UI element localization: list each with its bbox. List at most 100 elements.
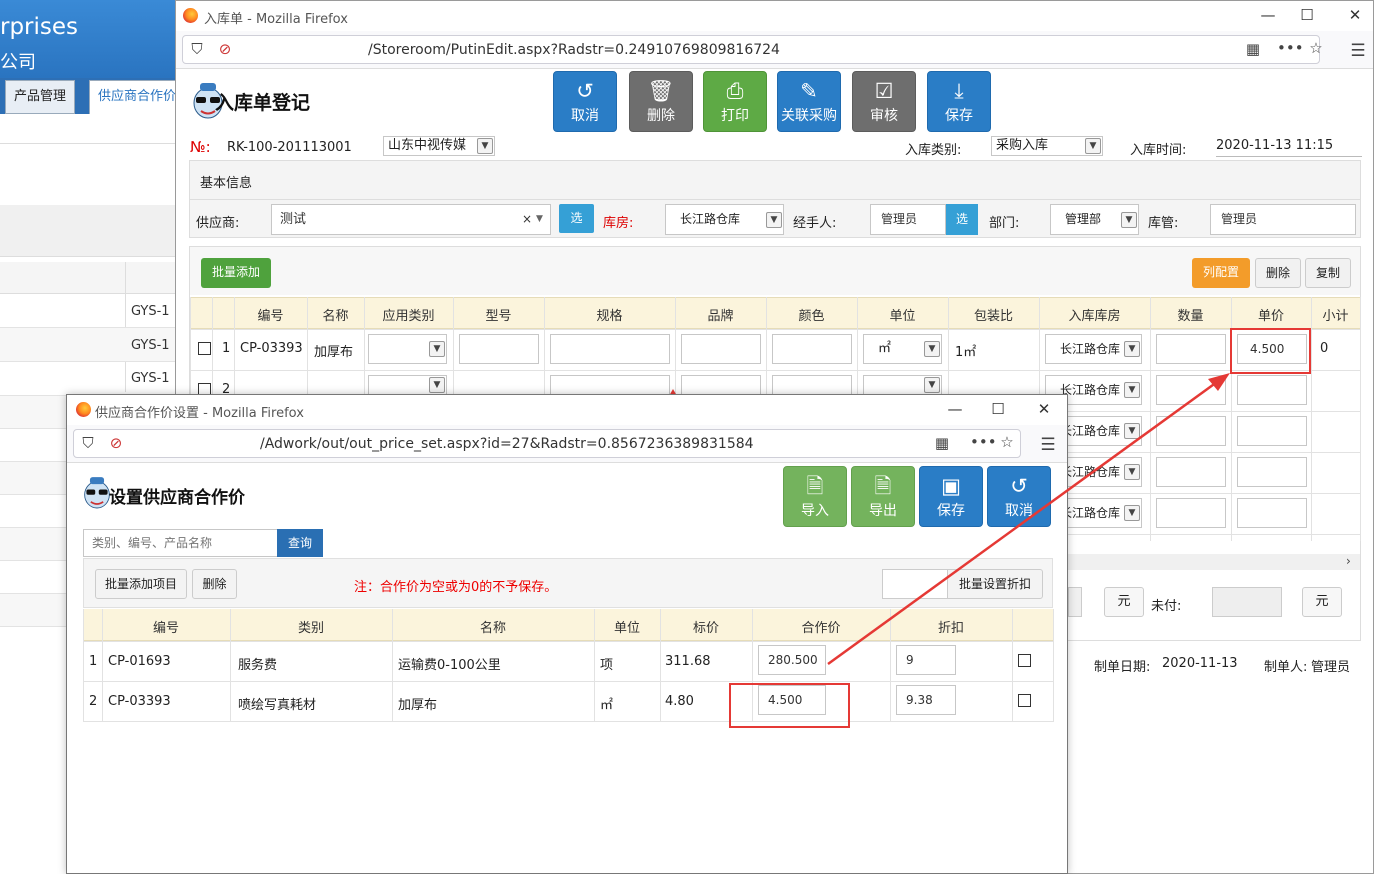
color-input[interactable] [772, 375, 852, 395]
company-select[interactable]: 山东中视传媒 ▼ [383, 136, 495, 156]
app-category-select[interactable]: ▼ [368, 375, 447, 395]
popup-save-button[interactable]: ▣ 保存 [919, 466, 983, 527]
row-index: 1 [222, 341, 231, 356]
review-button[interactable]: ☑ 审核 [852, 71, 916, 132]
close-icon[interactable]: ✕ [1344, 5, 1366, 25]
delete-row-button[interactable]: 删除 [1255, 258, 1301, 288]
warehouse-select[interactable]: 长江路仓库 ▼ [665, 204, 784, 235]
color-input[interactable] [772, 334, 852, 364]
clear-icon[interactable]: × [522, 205, 532, 234]
batch-discount-input[interactable] [882, 569, 948, 599]
brand-input[interactable] [681, 375, 761, 395]
unit-price-input[interactable] [1237, 498, 1307, 528]
unit-price-input[interactable] [1237, 457, 1307, 487]
popup-delete-button[interactable]: 删除 [192, 569, 237, 599]
tab-supplier-price[interactable]: 供应商合作价 [89, 80, 176, 114]
popup-address-field[interactable]: ⛉ ⊘ /Adwork/out/out_price_set.aspx?id=27… [73, 429, 1021, 458]
supplier-field[interactable]: 测试 × ▼ [271, 204, 551, 235]
handler-field[interactable]: 管理员 [870, 204, 946, 235]
query-button[interactable]: 查询 [277, 529, 323, 557]
row-checkbox[interactable] [1018, 654, 1031, 667]
popup-window-title: 供应商合作价设置 - Mozilla Firefox [95, 406, 304, 421]
spec-input[interactable] [550, 375, 670, 395]
shield-icon[interactable]: ⛉ [78, 433, 98, 453]
batch-discount-button[interactable]: 批量设置折扣 [947, 569, 1043, 599]
batch-add-items-button[interactable]: 批量添加项目 [95, 569, 187, 599]
product-search-input[interactable] [83, 529, 278, 557]
unit-price-input[interactable] [1237, 416, 1307, 446]
type-select[interactable]: 采购入库 ▼ [991, 136, 1103, 156]
pick-supplier-button[interactable]: 选 [559, 204, 594, 233]
blocked-icon[interactable]: ⊘ [215, 39, 235, 59]
quantity-input[interactable] [1156, 416, 1226, 446]
row-checkbox[interactable] [198, 342, 211, 355]
pick-handler-button[interactable]: 选 [946, 204, 978, 235]
tab-product-management[interactable]: 产品管理 [5, 80, 76, 114]
star-icon[interactable]: ☆ [997, 432, 1017, 452]
save-button[interactable]: ⤓ 保存 [927, 71, 991, 132]
popup-column-header: 合作价 [801, 621, 841, 636]
quantity-input[interactable] [1156, 457, 1226, 487]
copy-row-button[interactable]: 复制 [1305, 258, 1351, 288]
blocked-icon[interactable]: ⊘ [106, 433, 126, 453]
discount-input[interactable]: 9.38 [896, 685, 956, 715]
horizontal-scrollbar[interactable] [1056, 554, 1360, 570]
app-category-select[interactable]: ▼ [368, 334, 447, 364]
popup-cancel-button[interactable]: ↺ 取消 [987, 466, 1051, 527]
unit-select[interactable]: ㎡ ▼ [863, 334, 942, 364]
quantity-input[interactable] [1156, 498, 1226, 528]
spec-input[interactable] [550, 334, 670, 364]
pack-ratio: 1㎡ [955, 345, 977, 360]
maximize-icon[interactable]: ☐ [1296, 5, 1318, 25]
close-icon[interactable]: ✕ [1033, 399, 1055, 419]
keeper-field[interactable]: 管理员 [1210, 204, 1356, 235]
discount-input[interactable]: 9 [896, 645, 956, 675]
print-button[interactable]: ⎙ 打印 [703, 71, 767, 132]
brand-input[interactable] [681, 334, 761, 364]
dept-select-value: 管理部 [1065, 212, 1102, 226]
unit-select[interactable]: ▼ [863, 375, 942, 395]
import-button[interactable]: 🗎 导入 [783, 466, 847, 527]
scroll-right-icon[interactable]: › [1346, 554, 1351, 568]
quantity-input[interactable] [1156, 375, 1226, 405]
subtotal: 0 [1320, 341, 1329, 356]
main-address-field[interactable]: ⛉ ⊘ /Storeroom/PutinEdit.aspx?Radstr=0.2… [182, 35, 1323, 64]
caret-down-icon: ▼ [536, 214, 543, 224]
product-name: 运输费0-100公里 [398, 658, 501, 673]
delete-button[interactable]: 🗑 删除 [629, 71, 693, 132]
unpaid-field[interactable] [1212, 587, 1282, 617]
more-icon[interactable]: ••• [1277, 38, 1304, 58]
column-header: 编号 [257, 309, 284, 324]
export-button[interactable]: 🗎 导出 [851, 466, 915, 527]
unit-price-input[interactable] [1237, 375, 1307, 405]
column-header: 单价 [1257, 309, 1284, 324]
shield-icon[interactable]: ⛉ [187, 39, 207, 59]
cancel-button[interactable]: ↺ 取消 [553, 71, 617, 132]
link-purchase-button[interactable]: ✎ 关联采购 [777, 71, 841, 132]
quantity-input[interactable] [1156, 334, 1226, 364]
minimize-icon[interactable]: — [1257, 5, 1279, 25]
time-field[interactable]: 2020-11-13 11:15 [1216, 138, 1362, 157]
batch-add-button[interactable]: 批量添加 [201, 258, 271, 288]
menu-icon[interactable]: ☰ [1038, 435, 1058, 455]
product-unit: ㎡ [600, 698, 614, 713]
dept-select[interactable]: 管理部 ▼ [1050, 204, 1139, 235]
link-purchase-label: 关联采购 [781, 108, 837, 124]
order-no-value: RK-100-201113001 [227, 140, 352, 155]
row-warehouse-select[interactable]: 长江路仓库 ▼ [1045, 334, 1142, 364]
column-header: 包装比 [973, 309, 1013, 324]
column-config-button[interactable]: 列配置 [1192, 258, 1250, 288]
price-highlight-box [1230, 328, 1311, 374]
supplier-code: GYS-1 [131, 304, 170, 319]
star-icon[interactable]: ☆ [1306, 38, 1326, 58]
qr-icon[interactable]: ▦ [1243, 39, 1263, 59]
column-header: 品牌 [707, 309, 734, 324]
coop-price-input[interactable]: 280.500 [758, 645, 826, 675]
minimize-icon[interactable]: — [944, 399, 966, 419]
menu-icon[interactable]: ☰ [1348, 41, 1368, 61]
more-icon[interactable]: ••• [970, 432, 997, 452]
model-input[interactable] [459, 334, 539, 364]
qr-icon[interactable]: ▦ [932, 433, 952, 453]
maximize-icon[interactable]: ☐ [987, 399, 1009, 419]
row-checkbox[interactable] [1018, 694, 1031, 707]
